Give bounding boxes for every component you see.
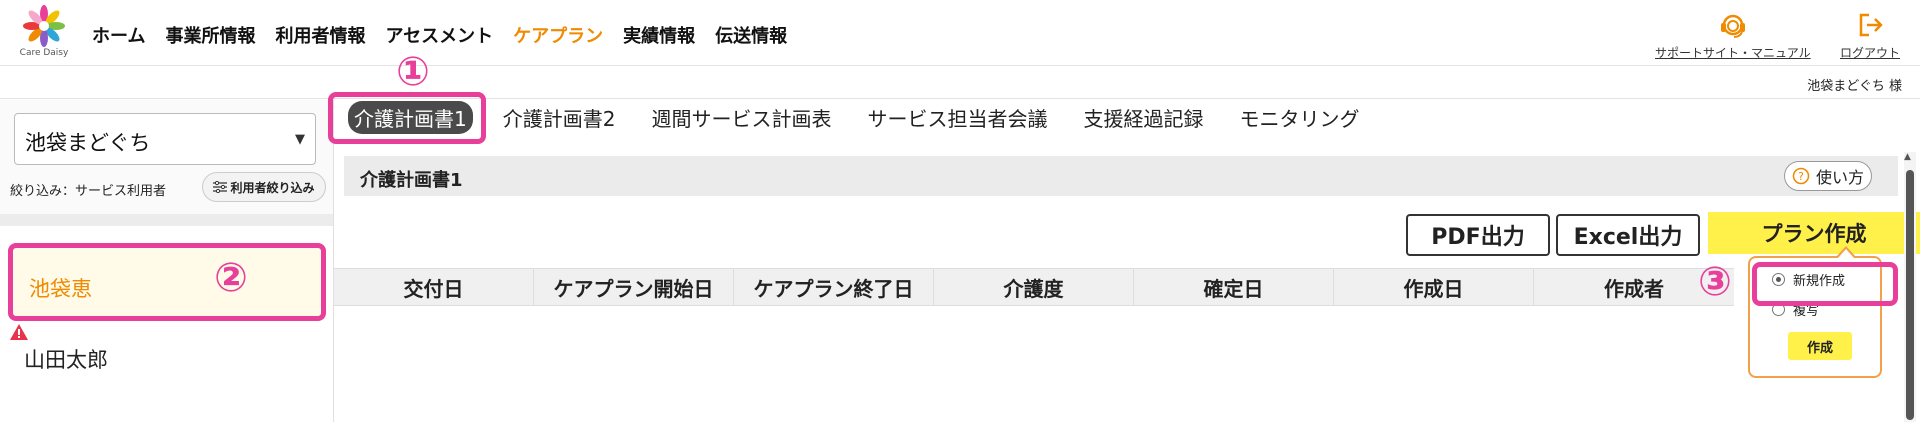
logged-in-user: 池袋まどぐち 様 [1807, 79, 1902, 94]
filter-label: 絞り込み：サービス利用者 [10, 184, 167, 199]
nav-home[interactable]: ホーム [92, 22, 145, 48]
client-filter-button[interactable]: 利用者絞り込み [202, 172, 326, 202]
daisy-flower-icon [23, 5, 65, 47]
howto-button[interactable]: ? 使い方 [1784, 161, 1872, 191]
panel-header: 介護計画書1 ? 使い方 [344, 156, 1898, 196]
chevron-down-icon: ▼ [295, 132, 305, 147]
nav-care-plan[interactable]: ケアプラン [513, 22, 603, 48]
annotation-box-3 [1752, 262, 1898, 306]
tab-weekly-schedule[interactable]: 週間サービス計画表 [633, 103, 849, 132]
office-select-value: 池袋まどぐち [25, 131, 151, 155]
client-filter-label: 利用者絞り込み [230, 180, 315, 195]
headset-icon [1720, 14, 1745, 38]
nav-transmission[interactable]: 伝送情報 [715, 22, 787, 48]
tab-care-plan-2[interactable]: 介護計画書2 [485, 103, 634, 132]
pdf-export-button[interactable]: PDF出力 [1406, 214, 1550, 256]
main-nav: ホーム 事業所情報 利用者情報 アセスメント ケアプラン 実績情報 伝送情報 [92, 22, 787, 48]
table-body [334, 306, 1734, 422]
nav-office-info[interactable]: 事業所情報 [165, 22, 255, 48]
app-root: Care Daisy ホーム 事業所情報 利用者情報 アセスメント ケアプラン … [0, 0, 1920, 422]
svg-text:?: ? [1798, 170, 1804, 183]
popover-caret-inner [1838, 249, 1854, 258]
scroll-up-icon[interactable]: ▲ [1904, 152, 1911, 162]
panel-title: 介護計画書1 [360, 170, 463, 191]
excel-export-button[interactable]: Excel出力 [1556, 214, 1700, 256]
care-daisy-logo[interactable]: Care Daisy [16, 4, 72, 60]
annotation-marker-1: ① [396, 49, 430, 95]
create-plan-button[interactable]: プラン作成 [1708, 212, 1920, 254]
top-header: Care Daisy ホーム 事業所情報 利用者情報 アセスメント ケアプラン … [0, 0, 1920, 66]
logout-icon [1859, 13, 1883, 37]
client-name: 池袋恵 [29, 277, 92, 301]
howto-label: 使い方 [1815, 168, 1864, 187]
column-header: 介護度 [934, 269, 1134, 305]
client-item[interactable]: 山田太郎 [8, 330, 326, 390]
scrollbar[interactable]: ▲ [1904, 152, 1916, 422]
annotation-marker-2: ② [214, 255, 248, 301]
sidebar-divider [0, 214, 333, 226]
column-header: 確定日 [1134, 269, 1334, 305]
table-header: 交付日 ケアプラン開始日 ケアプラン終了日 介護度 確定日 作成日 作成者 [334, 268, 1734, 306]
column-header: 作成日 [1334, 269, 1534, 305]
column-header: 交付日 [334, 269, 534, 305]
logo-text: Care Daisy [19, 48, 69, 58]
nav-user-info[interactable]: 利用者情報 [275, 22, 365, 48]
column-header: ケアプラン開始日 [534, 269, 734, 305]
popover-create-button[interactable]: 作成 [1788, 332, 1852, 360]
logout-label: ログアウト [1840, 46, 1901, 60]
sliders-icon [213, 181, 228, 193]
nav-assessment[interactable]: アセスメント [385, 22, 493, 48]
client-name: 山田太郎 [24, 348, 108, 372]
support-site-label: サポートサイト・マニュアル [1655, 46, 1811, 60]
plan-tabs: 介護計画書1 介護計画書2 週間サービス計画表 サービス担当者会議 支援経過記録… [330, 92, 1377, 142]
logout-link[interactable]: ログアウト [1840, 10, 1900, 61]
care-plan-table: 交付日 ケアプラン開始日 ケアプラン終了日 介護度 確定日 作成日 作成者 [334, 268, 1734, 422]
tab-support-record[interactable]: 支援経過記録 [1065, 103, 1221, 132]
help-icon: ? [1792, 167, 1810, 185]
nav-results[interactable]: 実績情報 [623, 22, 695, 48]
annotation-marker-3: ③ [1698, 259, 1732, 305]
support-site-link[interactable]: サポートサイト・マニュアル [1655, 10, 1811, 61]
scrollbar-thumb[interactable] [1906, 170, 1914, 420]
tab-care-plan-1[interactable]: 介護計画書1 [348, 100, 473, 134]
client-item-selected[interactable]: 池袋恵 [8, 243, 326, 321]
tab-service-meeting[interactable]: サービス担当者会議 [849, 103, 1065, 132]
office-select[interactable]: 池袋まどぐち ▼ [14, 113, 316, 165]
tab-monitoring[interactable]: モニタリング [1221, 103, 1377, 132]
column-header: ケアプラン終了日 [734, 269, 934, 305]
